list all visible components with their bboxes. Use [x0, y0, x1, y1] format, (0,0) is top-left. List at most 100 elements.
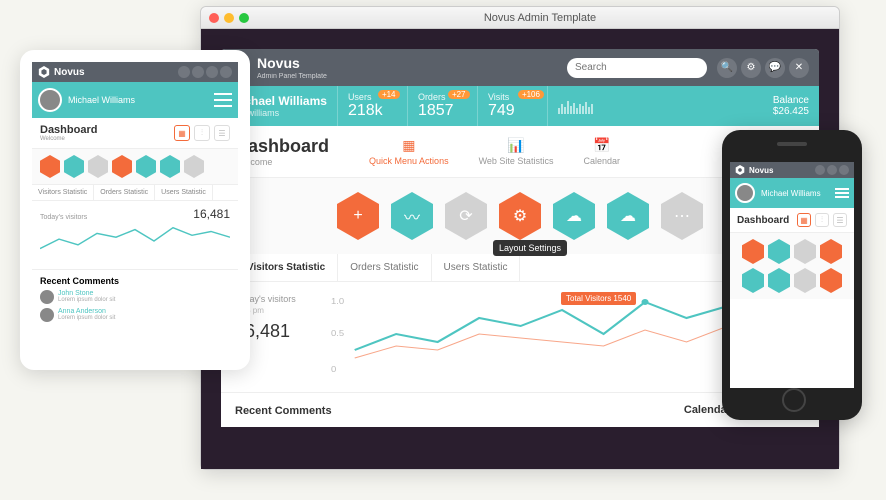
- grid-icon[interactable]: ▦: [797, 213, 811, 227]
- chart-icon[interactable]: ⫶: [194, 125, 210, 141]
- close-icon[interactable]: [209, 13, 219, 23]
- tab-orders[interactable]: Orders Statistic: [94, 185, 155, 200]
- stat-orders[interactable]: Orders +27 1857: [408, 86, 478, 126]
- hex-8[interactable]: [820, 268, 842, 293]
- hex-add[interactable]: [40, 155, 60, 178]
- chat-icon[interactable]: 💬: [765, 58, 785, 78]
- app-header: Novus Admin Panel Template 🔍 ⚙ 💬 ✕: [221, 49, 819, 86]
- line-chart: [40, 221, 230, 261]
- hex-cloud2[interactable]: ☁: [607, 192, 649, 240]
- hex-cloud2[interactable]: [160, 155, 180, 178]
- hex-cloud2[interactable]: [768, 268, 790, 293]
- brand-name: Novus: [54, 67, 85, 78]
- stat-sparkline: Balance $26.425: [548, 86, 819, 126]
- svg-text:0.5: 0.5: [331, 329, 344, 338]
- hex-cloud[interactable]: ☁: [553, 192, 595, 240]
- chart-icon: 📊: [479, 137, 554, 154]
- badge: +14: [378, 90, 400, 99]
- hex-cloud[interactable]: [136, 155, 156, 178]
- hex-stats[interactable]: [64, 155, 84, 178]
- stat-users[interactable]: Users +14 218k: [338, 86, 408, 126]
- comment-item[interactable]: John StoneLorem ipsum dolor sit: [40, 290, 230, 304]
- close-icon[interactable]: [839, 165, 849, 175]
- maximize-icon[interactable]: [239, 13, 249, 23]
- menu-icon[interactable]: [835, 188, 849, 198]
- user-name: Michael Williams: [68, 95, 135, 105]
- chart-value: 16,481: [193, 207, 230, 221]
- svg-text:0: 0: [331, 365, 336, 374]
- tab-visitors[interactable]: Visitors Statistic: [235, 254, 338, 281]
- sparkline-icon: [558, 100, 593, 114]
- page-title: Dashboard: [40, 124, 97, 136]
- hex-settings[interactable]: [112, 155, 132, 178]
- hex-refresh[interactable]: [88, 155, 108, 178]
- hex-cloud[interactable]: [742, 268, 764, 293]
- chat-icon[interactable]: [827, 165, 837, 175]
- tablet-frame: Novus Michael Williams Dashboard Welcome…: [20, 50, 250, 370]
- hex-more[interactable]: ⋯: [661, 192, 703, 240]
- tab-users[interactable]: Users Statistic: [432, 254, 521, 281]
- nav-statistics[interactable]: 📊 Web Site Statistics: [479, 137, 554, 166]
- stat-visits[interactable]: Visits +106 749: [478, 86, 548, 126]
- nav-calendar[interactable]: 📅 Calendar: [583, 137, 620, 166]
- avatar: [40, 308, 54, 322]
- phone-header: Novus: [730, 162, 854, 178]
- recent-comments-section[interactable]: Recent Comments: [221, 393, 520, 427]
- search-icon[interactable]: 🔍: [717, 58, 737, 78]
- phone-hex-menu: [730, 233, 854, 299]
- gear-icon[interactable]: ⚙: [741, 58, 761, 78]
- menu-icon[interactable]: [214, 93, 232, 107]
- hex-settings[interactable]: [820, 239, 842, 264]
- brand-name: Novus: [257, 55, 300, 71]
- calendar-icon[interactable]: ☰: [214, 125, 230, 141]
- tab-visitors[interactable]: Visitors Statistic: [32, 185, 94, 200]
- hex-add[interactable]: [742, 239, 764, 264]
- logo-icon: [38, 66, 50, 78]
- phone-user-bar: Michael Williams: [730, 178, 854, 208]
- nav-quick-menu[interactable]: ▦ Quick Menu Actions: [369, 137, 449, 166]
- avatar: [40, 290, 54, 304]
- window-title: Novus Admin Template: [249, 12, 831, 24]
- brand-subtitle: Admin Panel Template: [257, 73, 327, 80]
- grid-icon[interactable]: ▦: [174, 125, 190, 141]
- chart-tooltip: Total Visitors 1540: [561, 292, 636, 305]
- hex-refresh[interactable]: ⟳: [445, 192, 487, 240]
- phone-frame: Novus Michael Williams Dashboard ▦ ⫶ ☰: [722, 130, 862, 420]
- comment-item[interactable]: Anna AndersonLorem ipsum dolor sit: [40, 308, 230, 322]
- avatar[interactable]: [38, 88, 62, 112]
- chart-icon[interactable]: ⫶: [815, 213, 829, 227]
- hex-add[interactable]: +: [337, 192, 379, 240]
- tab-orders[interactable]: Orders Statistic: [338, 254, 431, 281]
- badge: +106: [518, 90, 544, 99]
- grid-icon: ▦: [369, 137, 449, 154]
- search-icon[interactable]: [178, 66, 190, 78]
- hex-stats[interactable]: 〰: [391, 192, 433, 240]
- close-icon[interactable]: [220, 66, 232, 78]
- window-titlebar: Novus Admin Template: [201, 7, 839, 29]
- tab-users[interactable]: Users Statistic: [155, 185, 213, 200]
- hex-tooltip: Layout Settings: [493, 240, 567, 256]
- svg-text:1.0: 1.0: [331, 297, 344, 306]
- hex-stats[interactable]: [768, 239, 790, 264]
- search-box: [567, 57, 707, 78]
- hex-settings[interactable]: ⚙: [499, 192, 541, 240]
- hex-refresh[interactable]: [794, 239, 816, 264]
- gear-icon[interactable]: [192, 66, 204, 78]
- stats-bar: Michael Williams @mwilliams Users +14 21…: [221, 86, 819, 126]
- avatar[interactable]: [735, 183, 755, 203]
- gear-icon[interactable]: [815, 165, 825, 175]
- tablet-hex-menu: [32, 149, 238, 185]
- comments-title: Recent Comments: [40, 276, 230, 286]
- close-icon[interactable]: ✕: [789, 58, 809, 78]
- logo-icon: [735, 165, 745, 175]
- hex-more[interactable]: [794, 268, 816, 293]
- tablet-user-bar: Michael Williams: [32, 82, 238, 118]
- calendar-icon: 📅: [583, 137, 620, 154]
- search-input[interactable]: [567, 58, 707, 78]
- hex-more[interactable]: [184, 155, 204, 178]
- calendar-icon[interactable]: ☰: [833, 213, 847, 227]
- badge: +27: [448, 90, 470, 99]
- tablet-header: Novus: [32, 62, 238, 82]
- chat-icon[interactable]: [206, 66, 218, 78]
- minimize-icon[interactable]: [224, 13, 234, 23]
